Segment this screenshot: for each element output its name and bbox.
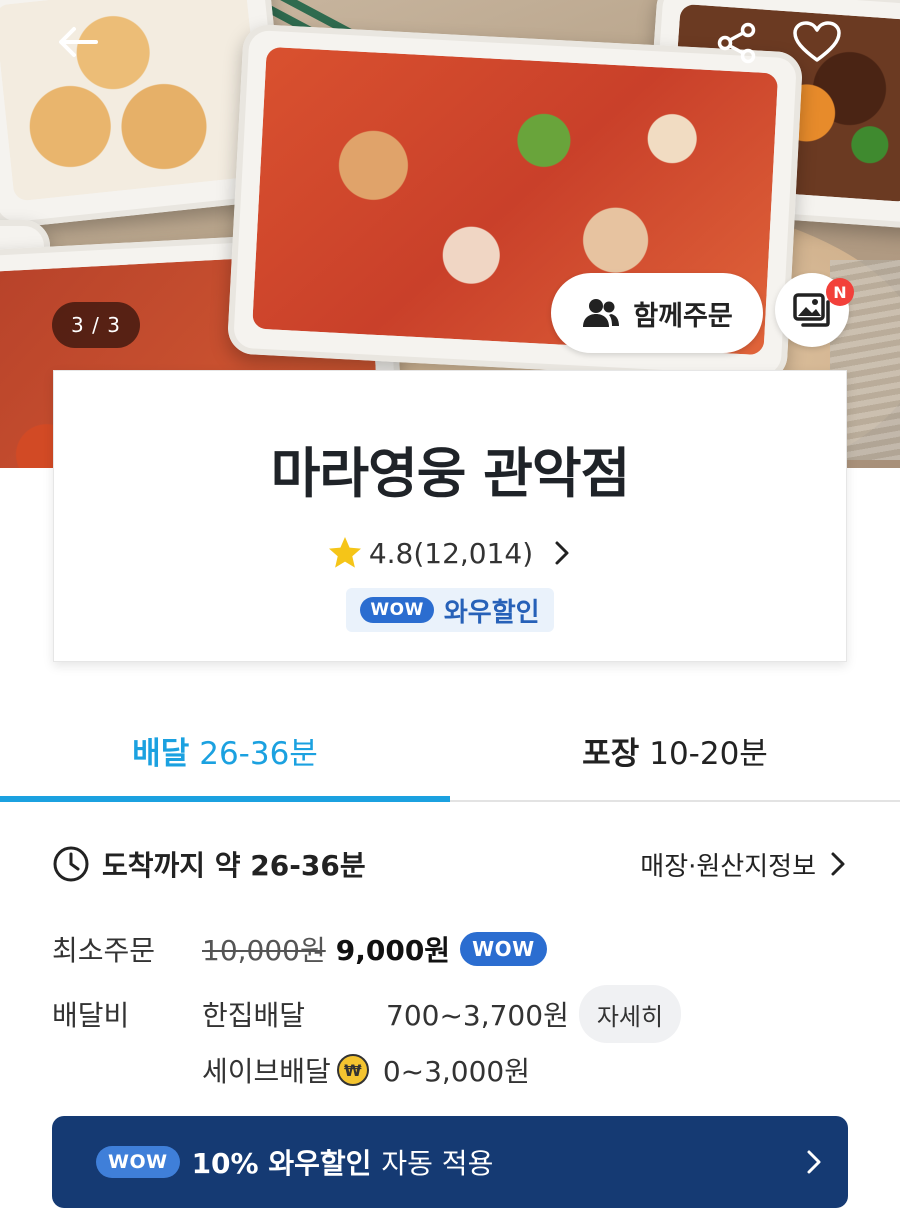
fee-price: 700~3,700원 [386, 999, 569, 1032]
favorite-button[interactable] [786, 12, 848, 72]
order-type-tabs: 배달 26-36분 포장 10-20분 [0, 700, 900, 802]
group-order-label: 함께주문 [633, 300, 733, 332]
store-info-card: 마라영웅 관악점 4.8 (12,014) WOW 와우할인 [53, 370, 847, 662]
chevron-right-icon [555, 541, 569, 565]
rating-link[interactable]: 4.8 (12,014) [54, 536, 846, 570]
new-badge: N [826, 278, 854, 306]
tab-pickup[interactable]: 포장 10-20분 [450, 700, 900, 800]
tab-delivery-label: 배달 [132, 735, 190, 772]
review-count: (12,014) [413, 536, 534, 570]
store-origin-info-label: 매장·원산지정보 [640, 851, 816, 882]
tab-pickup-time: 10-20분 [649, 735, 768, 772]
image-counter: 3 / 3 [52, 302, 140, 348]
wow-badge: WOW [460, 932, 547, 966]
wow-badge: WOW [360, 597, 434, 623]
fee-type: 한집배달 [202, 999, 306, 1032]
arrow-left-icon [59, 27, 98, 57]
star-icon [328, 537, 361, 568]
min-order-original-price: 10,000원 [202, 934, 326, 967]
photo-gallery-icon [793, 293, 830, 327]
coin-icon: ₩ [336, 1054, 369, 1086]
fee-price: 0~3,000원 [382, 1055, 531, 1088]
min-order-row: 최소주문 10,000원 9,000원 WOW [52, 925, 547, 973]
group-order-button[interactable]: 함께주문 [551, 273, 763, 353]
people-icon [583, 299, 620, 327]
chevron-right-icon [831, 852, 845, 876]
fee-type: 세이브배달 [202, 1055, 331, 1088]
rating-value: 4.8 [368, 536, 414, 570]
share-icon [717, 22, 756, 64]
wow-badge: WOW [96, 1146, 180, 1178]
share-button[interactable] [708, 14, 766, 72]
wow-discount-rate: 10% 와우할인 [191, 1147, 372, 1180]
tab-delivery-time: 26-36분 [199, 735, 318, 772]
back-button[interactable] [48, 14, 108, 70]
wow-discount-chip: WOW 와우할인 [346, 588, 554, 632]
wow-auto-apply-text: 자동 적용 [381, 1147, 494, 1180]
delivery-fee-row: 배달비 한집배달 700~3,700원 자세히 [52, 984, 682, 1044]
min-order-label: 최소주문 [52, 934, 156, 967]
chevron-right-icon [807, 1150, 821, 1174]
clock-icon [53, 846, 89, 882]
eta-text: 도착까지 약 26-36분 [102, 849, 366, 882]
wow-discount-banner[interactable]: WOW 10% 와우할인 자동 적용 [52, 1116, 848, 1208]
store-origin-info-link[interactable]: 매장·원산지정보 [640, 846, 848, 883]
fee-detail-button[interactable]: 자세히 [578, 985, 682, 1043]
wow-discount-label: 와우할인 [443, 597, 540, 628]
delivery-fee-label: 배달비 [52, 999, 130, 1032]
tab-pickup-label: 포장 [582, 735, 640, 772]
store-name: 마라영웅 관악점 [270, 442, 631, 505]
heart-icon [793, 21, 841, 62]
eta-row: 도착까지 약 26-36분 매장·원산지정보 [52, 840, 848, 888]
tab-delivery[interactable]: 배달 26-36분 [0, 700, 450, 802]
min-order-price: 9,000원 [335, 934, 451, 967]
save-delivery-row: 세이브배달 ₩ 0~3,000원 [52, 1046, 530, 1094]
